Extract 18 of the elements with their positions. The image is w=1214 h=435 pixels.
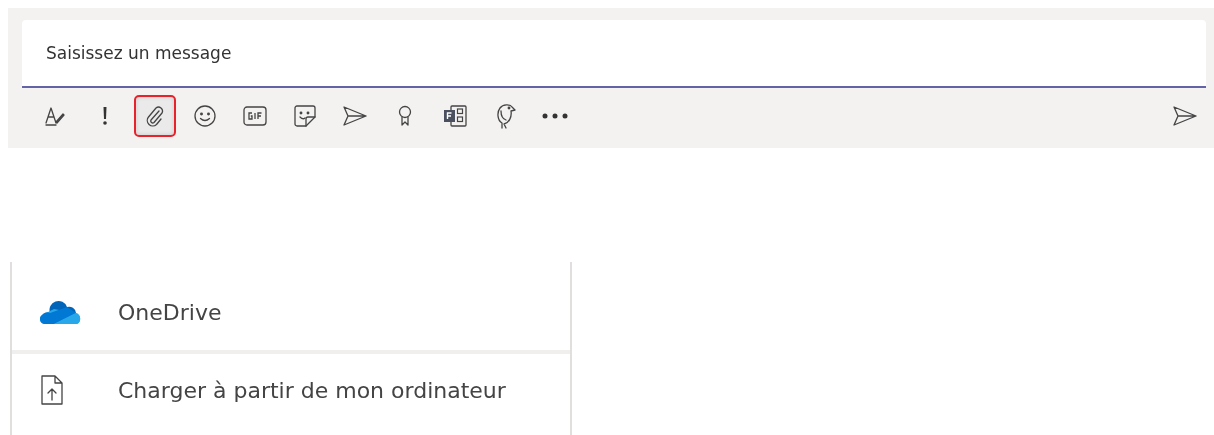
message-field[interactable]: Saisissez un message [22,20,1206,88]
upload-file-icon [40,374,64,406]
exclamation-icon [102,106,108,126]
paperclip-icon [145,105,165,127]
forms-icon [443,105,467,127]
smiley-icon [193,104,217,128]
cloud-icon [40,299,82,325]
format-icon [44,105,66,127]
send-icon [1172,105,1198,127]
paperclip-button[interactable] [134,95,176,137]
gif-icon [243,106,267,126]
menu-item[interactable]: Charger à partir de mon ordinateur [12,350,570,426]
more-icon [542,113,568,119]
menu-item[interactable]: OneDrive [12,274,570,350]
send-outline-icon [342,105,368,127]
bird-icon [494,103,516,129]
sticker-icon [293,104,317,128]
ribbon-icon [397,105,413,127]
